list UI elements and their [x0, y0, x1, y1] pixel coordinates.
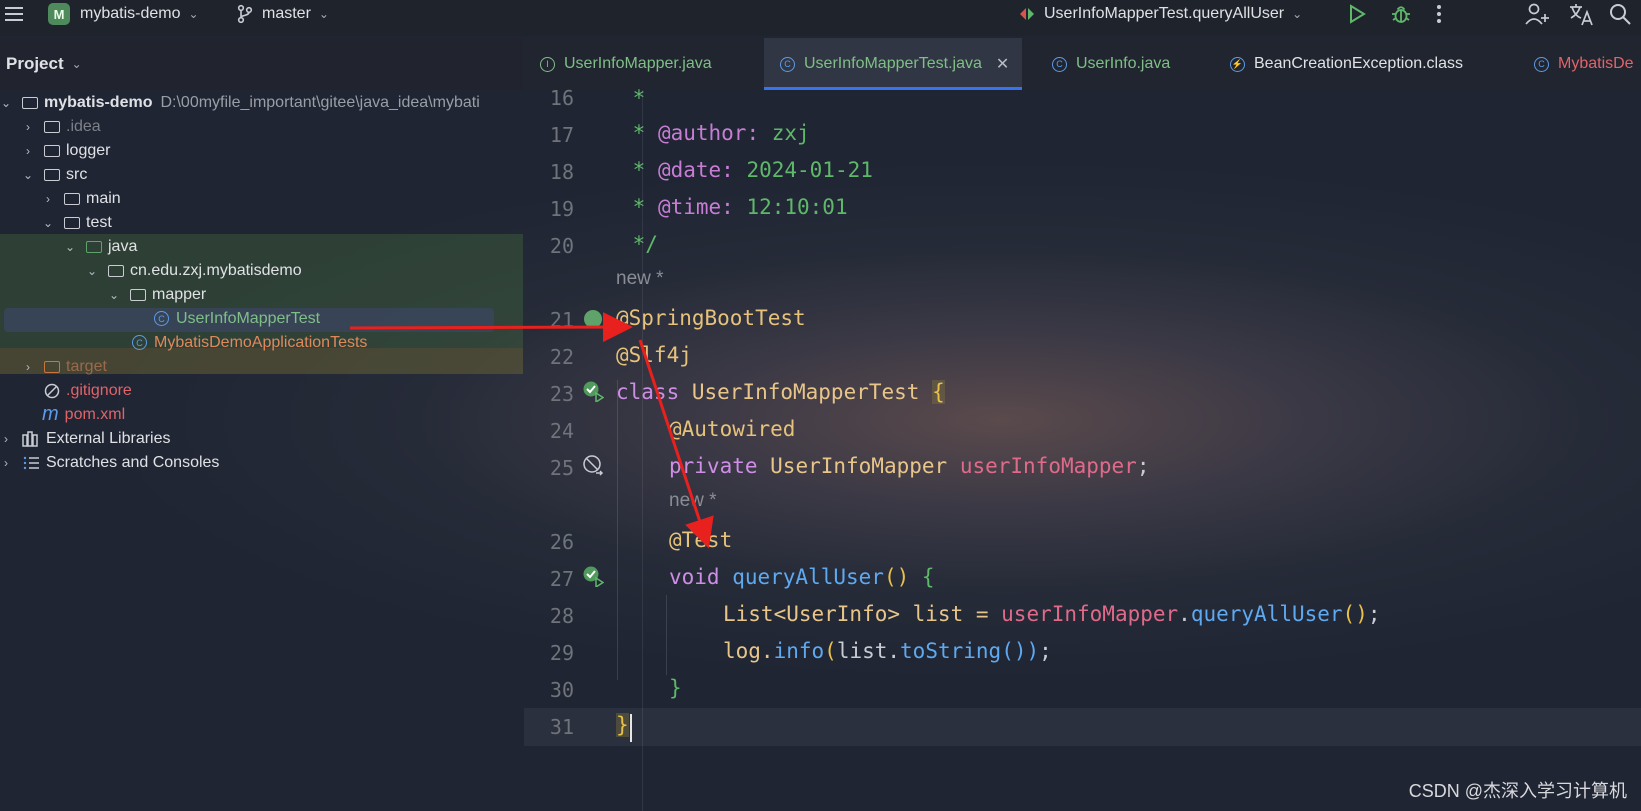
annotation-arrows: [349, 312, 714, 549]
watermark: CSDN @杰深入学习计算机: [1408, 781, 1627, 801]
arrow-to-test-annotation: [638, 339, 714, 549]
arrow-to-springboottest: [349, 312, 633, 343]
